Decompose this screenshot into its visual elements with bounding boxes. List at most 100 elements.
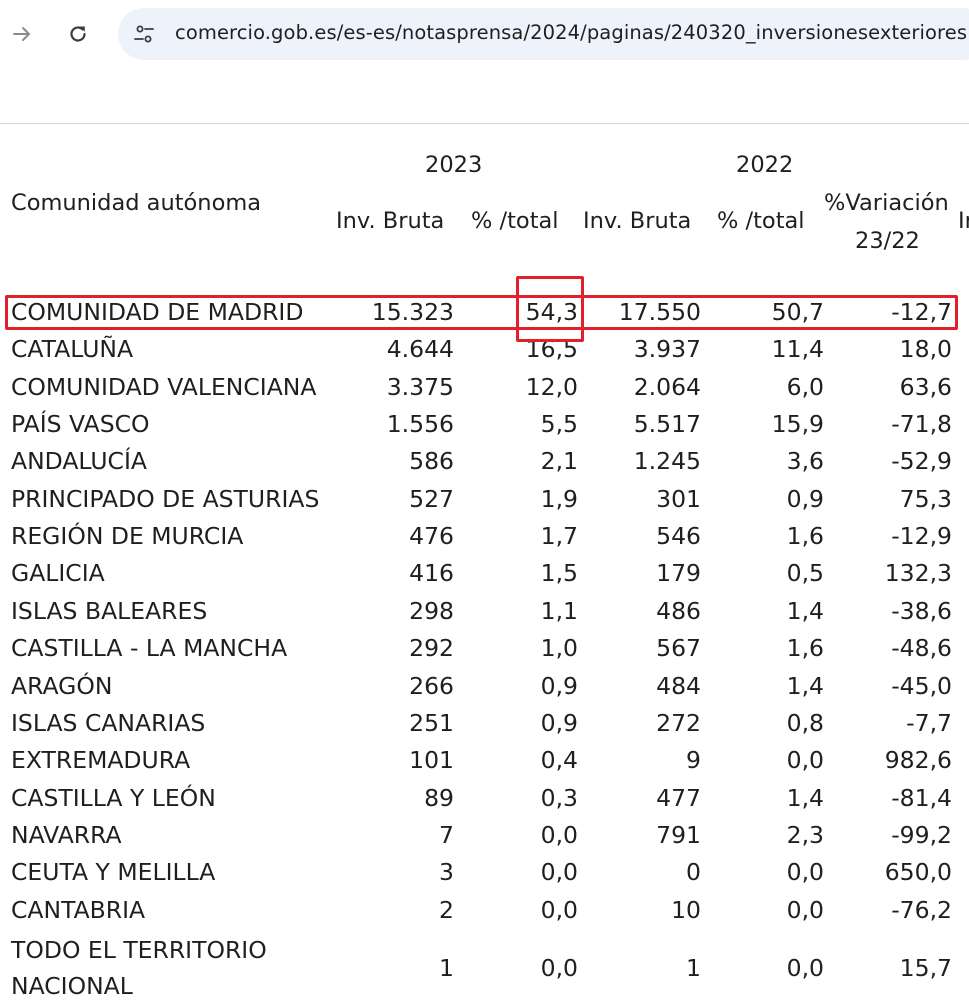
site-info-button[interactable]: [130, 20, 158, 48]
reload-button[interactable]: [58, 14, 98, 54]
address-bar[interactable]: comercio.gob.es/es-es/notasprensa/2024/p…: [118, 8, 969, 60]
pct-2022-cell: 1,4: [786, 596, 824, 625]
table-row: ARAGÓN 266 0,9 484 1,4 -45,0: [0, 668, 969, 705]
pct-2022-cell: 1,4: [786, 783, 824, 812]
inv-2023-cell: 298: [409, 596, 454, 625]
pct-2022-cell: 0,8: [786, 708, 824, 737]
year-2023-header: 2023: [425, 152, 483, 178]
variation-cell: 650,0: [884, 858, 952, 887]
inv-2022-cell: 0: [686, 858, 701, 887]
variation-cell: 63,6: [899, 372, 952, 401]
variation-cell: 132,3: [884, 559, 952, 588]
pct-2023-cell: 0,0: [540, 820, 578, 849]
variation-cell: -12,9: [891, 522, 952, 551]
variation-cell: -76,2: [891, 895, 952, 924]
variation-cell: -7,7: [906, 708, 952, 737]
table-row: EXTREMADURA 101 0,4 9 0,0 982,6: [0, 742, 969, 779]
browser-toolbar: comercio.gob.es/es-es/notasprensa/2024/p…: [0, 0, 969, 70]
arrow-right-icon: [13, 27, 30, 41]
region-cell: CASTILLA Y LEÓN: [11, 783, 216, 812]
region-cell: ISLAS BALEARES: [11, 596, 208, 625]
inv-2023-cell: 476: [409, 522, 454, 551]
madrid-share-highlight: [516, 276, 584, 342]
variation-cell: -45,0: [891, 671, 952, 700]
inv-2022-cell: 477: [656, 783, 701, 812]
pct-2023-cell: 1,9: [540, 484, 578, 513]
region-cell: CASTILLA - LA MANCHA: [11, 634, 288, 663]
region-cell: PRINCIPADO DE ASTURIAS: [11, 484, 320, 513]
region-cell: TODO EL TERRITORIO: [11, 936, 267, 964]
inv-2023-cell: 7: [439, 820, 454, 849]
table-row: ISLAS CANARIAS 251 0,9 272 0,8 -7,7: [0, 705, 969, 742]
inv-2022-cell: 1.245: [633, 447, 701, 476]
pct-2023-cell: 0,0: [540, 858, 578, 887]
pct-2023-cell: 0,3: [540, 783, 578, 812]
pct-2022-cell: 6,0: [786, 372, 824, 401]
inv-2023-cell: 3.375: [386, 372, 454, 401]
pct-2022-cell: 1,6: [786, 522, 824, 551]
variation-cell: -38,6: [891, 596, 952, 625]
pct-2022-cell: 0,0: [786, 954, 824, 982]
region-cell: CATALUÑA: [11, 335, 134, 364]
table-row: CEUTA Y MELILLA 3 0,0 0 0,0 650,0: [0, 854, 969, 891]
variation-cell: -71,8: [891, 410, 952, 439]
inv-2022-cell: 567: [656, 634, 701, 663]
table-row: ISLAS BALEARES 298 1,1 486 1,4 -38,6: [0, 593, 969, 630]
inv-bruta-2023-header: Inv. Bruta: [336, 208, 445, 234]
inv-2023-cell: 1: [439, 954, 454, 982]
inv-2023-cell: 266: [409, 671, 454, 700]
variation-cell: -99,2: [891, 820, 952, 849]
inv-bruta-2022-header: Inv. Bruta: [583, 208, 692, 234]
region-cell: NAVARRA: [11, 820, 122, 849]
region-cell: CANTABRIA: [11, 895, 146, 924]
inv-2023-cell: 3: [439, 858, 454, 887]
pct-2023-cell: 1,7: [540, 522, 578, 551]
inv-2022-cell: 5.517: [633, 410, 701, 439]
inv-2022-cell: 1: [686, 954, 701, 982]
url-text[interactable]: comercio.gob.es/es-es/notasprensa/2024/p…: [175, 21, 969, 44]
variation-cell: 75,3: [899, 484, 952, 513]
region-cell-continued: NACIONAL: [11, 972, 133, 1000]
pct-2023-cell: 0,0: [540, 954, 578, 982]
pct-2022-cell: 0,9: [786, 484, 824, 513]
table-row: PAÍS VASCO 1.556 5,5 5.517 15,9 -71,8: [0, 406, 969, 443]
inv-2022-cell: 301: [656, 484, 701, 513]
pct-2022-cell: 2,3: [786, 820, 824, 849]
inv-2022-cell: 9: [686, 746, 701, 775]
inv-2022-cell: 3.937: [633, 335, 701, 364]
inv-2022-cell: 791: [656, 820, 701, 849]
pct-2022-cell: 0,5: [786, 559, 824, 588]
inv-2023-cell: 527: [409, 484, 454, 513]
table-row: COMUNIDAD VALENCIANA 3.375 12,0 2.064 6,0 63,…: [0, 369, 969, 406]
table-row: NAVARRA 7 0,0 791 2,3 -99,2: [0, 817, 969, 854]
inv-2023-cell: 89: [424, 783, 454, 812]
year-2022-header: 2022: [736, 152, 794, 178]
pct-2023-cell: 5,5: [540, 410, 578, 439]
pct-total-2023-header: % /total: [471, 208, 559, 234]
table-row: GALICIA 416 1,5 179 0,5 132,3: [0, 555, 969, 592]
inv-2023-cell: 1.556: [386, 410, 454, 439]
pct-2023-cell: 0,0: [540, 895, 578, 924]
pct-total-2022-header: % /total: [717, 208, 805, 234]
pct-2022-cell: 11,4: [771, 335, 824, 364]
variation-cell: -81,4: [891, 783, 952, 812]
pct-2022-cell: 0,0: [786, 858, 824, 887]
variation-header: %Variación: [824, 190, 949, 216]
variation-cell: 18,0: [899, 335, 952, 364]
table-row: CANTABRIA 2 0,0 10 0,0 -76,2: [0, 892, 969, 929]
pct-2022-cell: 1,4: [786, 671, 824, 700]
inv-2023-cell: 4.644: [386, 335, 454, 364]
pct-2022-cell: 1,6: [786, 634, 824, 663]
inv-2022-cell: 486: [656, 596, 701, 625]
pct-2022-cell: 15,9: [771, 410, 824, 439]
pct-2023-cell: 12,0: [525, 372, 578, 401]
inv-2023-cell: 251: [409, 708, 454, 737]
pct-2023-cell: 1,1: [540, 596, 578, 625]
region-cell: ANDALUCÍA: [11, 447, 147, 476]
variation-period-header: 23/22: [855, 228, 920, 254]
next-column-header: Ir: [958, 208, 969, 234]
table-row: PRINCIPADO DE ASTURIAS 527 1,9 301 0,9 75,3: [0, 481, 969, 518]
inv-2023-cell: 101: [409, 746, 454, 775]
region-column-header: Comunidad autónoma: [11, 190, 262, 216]
forward-button[interactable]: [2, 14, 42, 54]
